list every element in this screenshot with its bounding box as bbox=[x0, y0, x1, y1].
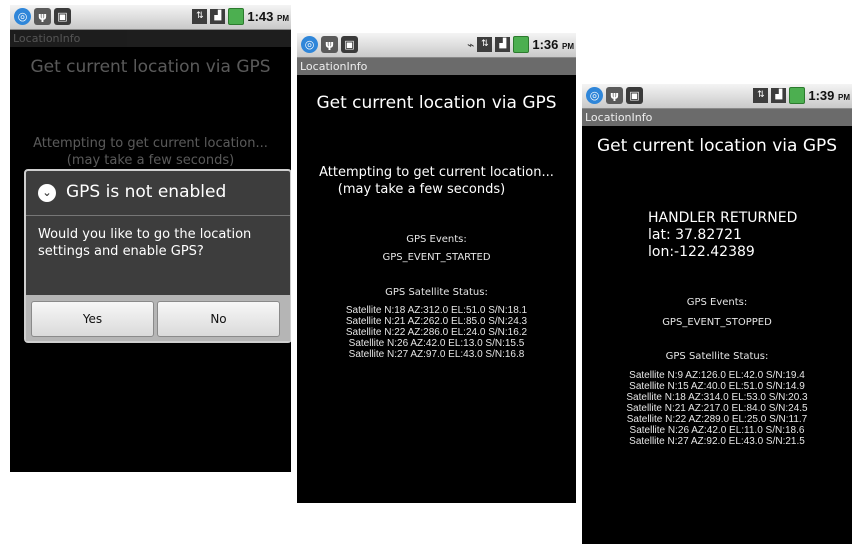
satellite-row: Satellite N:22 AZ:286.0 EL:24.0 S/N:16.2 bbox=[345, 327, 528, 338]
attempt-text: Attempting to get current location... (m… bbox=[10, 135, 291, 169]
app-title: LocationInfo bbox=[10, 30, 291, 47]
sd-card-icon: ▣ bbox=[54, 8, 71, 25]
gps-events-label: GPS Events: bbox=[686, 297, 748, 308]
attempt-line-1: Attempting to get current location... bbox=[319, 165, 554, 180]
battery-icon bbox=[228, 8, 245, 25]
wifi-icon: ◎ bbox=[586, 87, 603, 104]
data-icon: ⇅ bbox=[192, 9, 208, 24]
satellite-row: Satellite N:27 AZ:97.0 EL:43.0 S/N:16.8 bbox=[348, 349, 525, 360]
latitude-value: 37.82721 bbox=[675, 227, 742, 243]
sd-card-icon: ▣ bbox=[626, 87, 643, 104]
satellite-row: Satellite N:9 AZ:126.0 EL:42.0 S/N:19.4 bbox=[629, 370, 805, 381]
battery-icon bbox=[789, 87, 806, 104]
page-heading: Get current location via GPS bbox=[316, 93, 557, 113]
signal-icon: ▟ bbox=[210, 9, 226, 24]
satellite-row: Satellite N:27 AZ:92.0 EL:43.0 S/N:21.5 bbox=[629, 436, 805, 447]
satellite-list: Satellite N:9 AZ:126.0 EL:42.0 S/N:19.4 … bbox=[582, 370, 852, 447]
phone-screen-3: ◎ ψ ▣ ⇅ ▟ 1:39 PM LocationInfo Get curre… bbox=[582, 84, 852, 544]
usb-icon: ψ bbox=[606, 87, 623, 104]
usb-icon: ψ bbox=[34, 8, 51, 25]
longitude-row: lon:-122.42389 bbox=[648, 244, 755, 260]
wifi-icon: ◎ bbox=[301, 36, 318, 53]
latitude-row: lat: 37.82721 bbox=[648, 227, 742, 243]
location-result: HANDLER RETURNED lat: 37.82721 lon:-122.… bbox=[648, 210, 797, 261]
alert-icon: ⌄ bbox=[38, 184, 56, 202]
data-icon: ⇅ bbox=[477, 37, 493, 52]
status-bar: ◎ ψ ▣ ⇅ ▟ 1:43 PM bbox=[10, 5, 291, 30]
page-heading: Get current location via GPS bbox=[596, 136, 838, 156]
dialog-button-bar: Yes No bbox=[26, 295, 290, 341]
clock: 1:36 PM bbox=[532, 37, 574, 52]
phone-screen-1: ◎ ψ ▣ ⇅ ▟ 1:43 PM LocationInfo Get curre… bbox=[10, 5, 291, 472]
satellite-row: Satellite N:15 AZ:40.0 EL:51.0 S/N:14.9 bbox=[629, 381, 805, 392]
handler-status: HANDLER RETURNED bbox=[648, 210, 798, 226]
battery-icon bbox=[513, 36, 530, 53]
satellite-row: Satellite N:21 AZ:262.0 EL:85.0 S/N:24.3 bbox=[345, 316, 528, 327]
clock: 1:39 PM bbox=[808, 88, 850, 103]
data-icon: ⇅ bbox=[753, 88, 769, 103]
gps-searching-icon: ⌁ bbox=[467, 37, 475, 52]
status-bar: ◎ ψ ▣ ⌁ ⇅ ▟ 1:36 PM bbox=[297, 33, 576, 58]
dialog-title-bar: ⌄ GPS is not enabled bbox=[26, 171, 290, 216]
satellite-list: Satellite N:18 AZ:312.0 EL:51.0 S/N:18.1… bbox=[297, 305, 576, 360]
status-bar: ◎ ψ ▣ ⇅ ▟ 1:39 PM bbox=[582, 84, 852, 109]
satellite-row: Satellite N:26 AZ:42.0 EL:11.0 S/N:18.6 bbox=[629, 425, 805, 436]
clock: 1:43 PM bbox=[247, 9, 289, 24]
app-title: LocationInfo bbox=[297, 58, 576, 75]
no-button[interactable]: No bbox=[157, 301, 280, 337]
page-heading: Get current location via GPS bbox=[30, 57, 271, 77]
satellite-row: Satellite N:26 AZ:42.0 EL:13.0 S/N:15.5 bbox=[348, 338, 525, 349]
app-title: LocationInfo bbox=[582, 109, 852, 126]
yes-button[interactable]: Yes bbox=[31, 301, 154, 337]
gps-events-label: GPS Events: bbox=[406, 234, 467, 245]
satellite-row: Satellite N:21 AZ:217.0 EL:84.0 S/N:24.5 bbox=[626, 403, 808, 414]
longitude-value: -122.42389 bbox=[674, 244, 755, 260]
usb-icon: ψ bbox=[321, 36, 338, 53]
satellite-status-label: GPS Satellite Status: bbox=[385, 287, 488, 298]
satellite-row: Satellite N:18 AZ:314.0 EL:53.0 S/N:20.3 bbox=[626, 392, 808, 403]
satellite-row: Satellite N:18 AZ:312.0 EL:51.0 S/N:18.1 bbox=[345, 305, 528, 316]
attempt-line-2: (may take a few seconds) bbox=[66, 153, 235, 168]
signal-icon: ▟ bbox=[771, 88, 787, 103]
attempt-line-1: Attempting to get current location... bbox=[33, 136, 268, 151]
gps-disabled-dialog: ⌄ GPS is not enabled Would you like to g… bbox=[24, 169, 291, 343]
attempt-text: Attempting to get current location... (m… bbox=[297, 164, 576, 198]
sd-card-icon: ▣ bbox=[341, 36, 358, 53]
phone-screen-2: ◎ ψ ▣ ⌁ ⇅ ▟ 1:36 PM LocationInfo Get cur… bbox=[297, 33, 576, 503]
dialog-title: GPS is not enabled bbox=[66, 182, 227, 202]
wifi-icon: ◎ bbox=[14, 8, 31, 25]
dialog-message: Would you like to go the location settin… bbox=[38, 227, 252, 259]
signal-icon: ▟ bbox=[495, 37, 511, 52]
gps-event-value: GPS_EVENT_STOPPED bbox=[662, 317, 772, 328]
attempt-line-2: (may take a few seconds) bbox=[337, 182, 506, 197]
satellite-status-label: GPS Satellite Status: bbox=[665, 351, 769, 362]
gps-event-value: GPS_EVENT_STARTED bbox=[382, 252, 491, 263]
satellite-row: Satellite N:22 AZ:289.0 EL:25.0 S/N:11.7 bbox=[626, 414, 808, 425]
